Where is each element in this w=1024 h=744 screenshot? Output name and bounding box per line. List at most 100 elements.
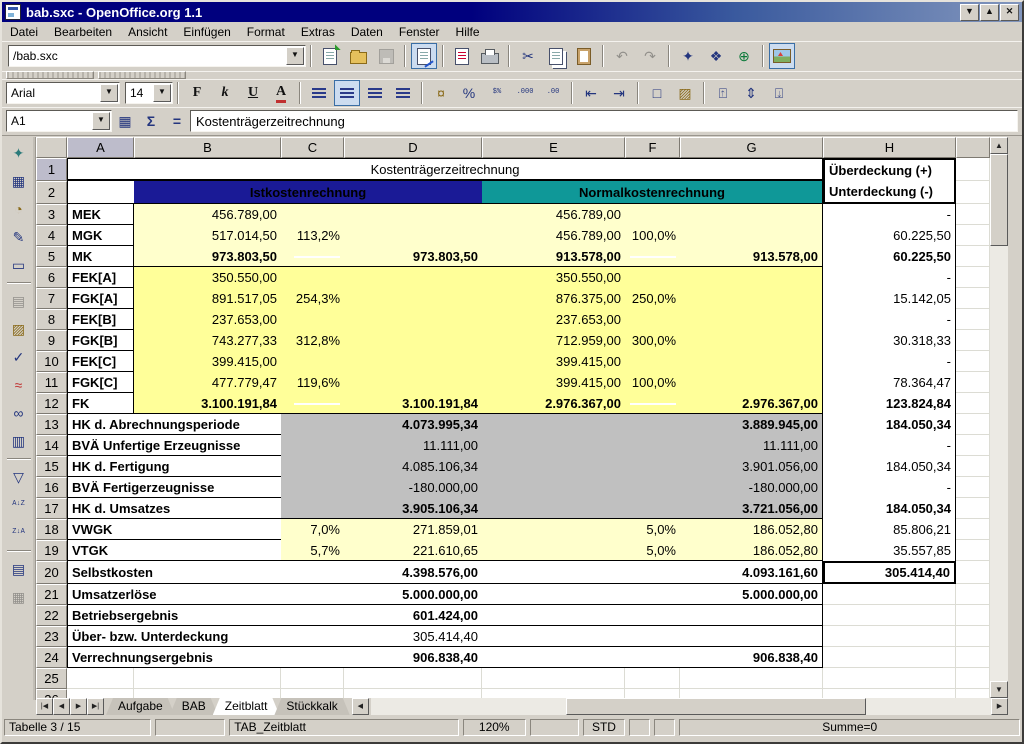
menu-item-hilfe[interactable]: Hilfe — [448, 24, 488, 40]
column-header-D[interactable]: D — [344, 137, 482, 158]
cell-C18[interactable]: 7,0% — [281, 519, 344, 540]
cell-G7[interactable] — [680, 288, 823, 309]
insert-object-icon[interactable]: ◔ — [6, 196, 32, 222]
menu-item-fenster[interactable]: Fenster — [391, 24, 448, 40]
url-value[interactable]: /bab.sxc — [9, 49, 285, 63]
form-controls-icon[interactable]: ▭ — [6, 252, 32, 278]
cell-E18[interactable] — [482, 519, 625, 540]
remove-split-icon[interactable]: ▦ — [6, 584, 32, 610]
cell-G15[interactable]: 3.901.056,00 — [680, 456, 823, 477]
cell-D6[interactable] — [344, 267, 482, 288]
add-decimal-icon[interactable]: .000 — [512, 80, 538, 106]
cell-G22[interactable] — [680, 605, 823, 626]
cell-empty[interactable] — [67, 689, 134, 698]
paste-icon[interactable] — [571, 43, 597, 69]
cell-C21[interactable] — [281, 584, 344, 605]
cell-D14[interactable]: 11.111,00 — [344, 435, 482, 456]
cell-E10[interactable]: 399.415,00 — [482, 351, 625, 372]
cell-A2[interactable] — [67, 181, 134, 204]
cell-D13[interactable]: 4.073.995,34 — [344, 414, 482, 435]
horizontal-scroll-thumb[interactable] — [566, 698, 866, 715]
minimize-button[interactable]: ▼ — [960, 4, 979, 21]
cell-D17[interactable]: 3.905.106,34 — [344, 498, 482, 519]
column-header-stub[interactable] — [956, 137, 990, 158]
cell-A19[interactable]: VTGK — [67, 540, 281, 561]
cell-E22[interactable] — [482, 605, 625, 626]
autofilter-icon[interactable]: ▽ — [6, 464, 32, 490]
cell-A22[interactable]: Betriebsergebnis — [67, 605, 281, 626]
navigator-icon[interactable]: ✦ — [675, 43, 701, 69]
cell-D12[interactable]: 3.100.191,84 — [344, 393, 482, 414]
print-icon[interactable] — [477, 43, 503, 69]
cell-E24[interactable] — [482, 647, 625, 668]
insert-cells-icon[interactable]: ▦ — [6, 168, 32, 194]
cell-C17[interactable] — [281, 498, 344, 519]
cell-B5[interactable]: 973.803,50 — [134, 246, 281, 267]
cell-H10[interactable]: - — [823, 351, 956, 372]
cell-D8[interactable] — [344, 309, 482, 330]
auto-spellcheck-icon[interactable]: ≈ — [6, 372, 32, 398]
cell-G12[interactable]: 2.976.367,00 — [680, 393, 823, 414]
cell-empty[interactable] — [344, 668, 482, 689]
font-name-combobox[interactable]: Arial ▼ — [6, 82, 120, 104]
name-box-dropdown-icon[interactable]: ▼ — [92, 112, 110, 130]
row-header-8[interactable]: 8 — [36, 309, 67, 330]
cell-H24[interactable] — [823, 647, 956, 668]
column-header-B[interactable]: B — [134, 137, 281, 158]
cell-G13[interactable]: 3.889.945,00 — [680, 414, 823, 435]
cell-F24[interactable] — [625, 647, 680, 668]
cell-A9[interactable]: FGK[B] — [67, 330, 134, 351]
row-header-26[interactable]: 26 — [36, 689, 67, 698]
save-icon[interactable] — [373, 43, 399, 69]
font-color-button[interactable]: A — [268, 80, 294, 106]
cell-G18[interactable]: 186.052,80 — [680, 519, 823, 540]
cell-empty[interactable] — [281, 668, 344, 689]
cell-D20[interactable]: 4.398.576,00 — [344, 561, 482, 584]
cell-F21[interactable] — [625, 584, 680, 605]
cell-D21[interactable]: 5.000.000,00 — [344, 584, 482, 605]
equals-button[interactable]: = — [165, 109, 189, 133]
cell-G9[interactable] — [680, 330, 823, 351]
sheet-tab-zeitblatt[interactable]: Zeitblatt — [213, 698, 280, 715]
cell-H12[interactable]: 123.824,84 — [823, 393, 956, 414]
align-bottom-icon[interactable]: ⍗ — [766, 80, 792, 106]
font-name-value[interactable]: Arial — [7, 86, 99, 100]
cell-F11[interactable]: 100,0% — [625, 372, 680, 393]
cell-normal-header[interactable]: Normalkostenrechnung — [482, 181, 823, 204]
column-header-F[interactable]: F — [625, 137, 680, 158]
cell-H13[interactable]: 184.050,34 — [823, 414, 956, 435]
menu-item-ansicht[interactable]: Ansicht — [120, 24, 175, 40]
cell-F7[interactable]: 250,0% — [625, 288, 680, 309]
url-dropdown-icon[interactable]: ▼ — [286, 47, 304, 65]
sort-ascending-icon[interactable]: A↓Z — [6, 492, 32, 518]
row-header-22[interactable]: 22 — [36, 605, 67, 626]
scroll-up-button[interactable]: ▲ — [990, 137, 1008, 154]
cell-A14[interactable]: BVÄ Unfertige Erzeugnisse — [67, 435, 281, 456]
row-header-12[interactable]: 12 — [36, 393, 67, 414]
row-header-21[interactable]: 21 — [36, 584, 67, 605]
cell-E14[interactable] — [482, 435, 625, 456]
delete-decimal-icon[interactable]: .00 — [540, 80, 566, 106]
cell-A18[interactable]: VWGK — [67, 519, 281, 540]
cell-H9[interactable]: 30.318,33 — [823, 330, 956, 351]
cell-A13[interactable]: HK d. Abrechnungsperiode — [67, 414, 281, 435]
row-header-10[interactable]: 10 — [36, 351, 67, 372]
cell-H19[interactable]: 35.557,85 — [823, 540, 956, 561]
new-document-icon[interactable] — [317, 43, 343, 69]
undo-icon[interactable]: ↶ — [609, 43, 635, 69]
cell-H8[interactable]: - — [823, 309, 956, 330]
cell-G23[interactable] — [680, 626, 823, 647]
cell-F22[interactable] — [625, 605, 680, 626]
cell-empty[interactable] — [625, 668, 680, 689]
cell-H17[interactable]: 184.050,34 — [823, 498, 956, 519]
tab-scroll-left-button[interactable]: ◀ — [352, 698, 369, 715]
column-header-H[interactable]: H — [823, 137, 956, 158]
menu-item-format[interactable]: Format — [239, 24, 293, 40]
export-pdf-icon[interactable] — [449, 43, 475, 69]
font-name-dropdown-icon[interactable]: ▼ — [100, 84, 118, 102]
cell-G3[interactable] — [680, 204, 823, 225]
cell-H14[interactable]: - — [823, 435, 956, 456]
font-size-dropdown-icon[interactable]: ▼ — [153, 84, 171, 102]
cell-C24[interactable] — [281, 647, 344, 668]
cell-H3[interactable]: - — [823, 204, 956, 225]
